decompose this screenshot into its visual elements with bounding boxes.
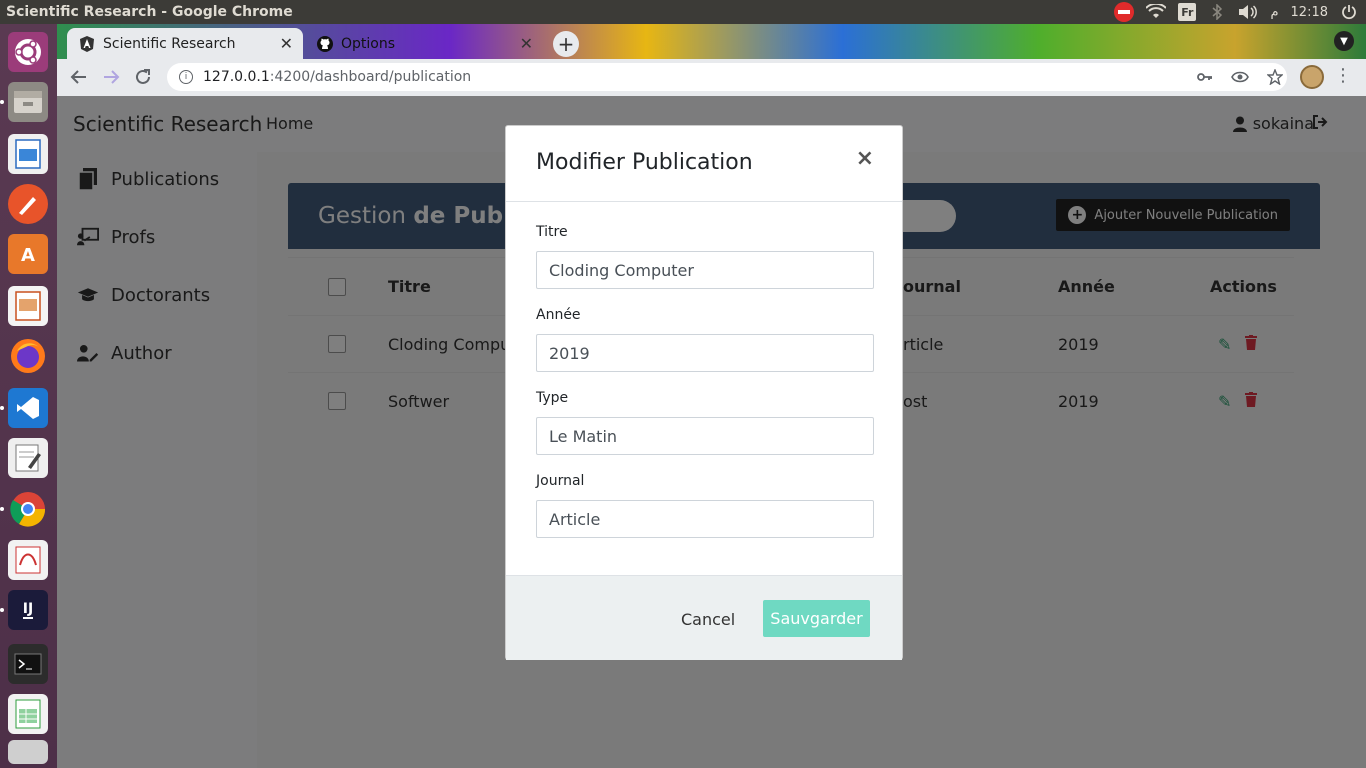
angular-icon	[79, 35, 95, 52]
terminal-icon[interactable]	[8, 644, 48, 684]
annee-input[interactable]: 2019	[536, 334, 874, 372]
window-title: Scientific Research - Google Chrome	[6, 4, 293, 20]
type-input[interactable]: Le Matin	[536, 417, 874, 455]
forward-icon[interactable]	[99, 65, 123, 89]
modal-footer: Cancel Sauvgarder	[506, 575, 902, 660]
modal-header: Modifier Publication ×	[506, 126, 902, 202]
chrome-menu-icon[interactable]: ⋮	[1334, 65, 1352, 86]
image-viewer-icon[interactable]	[8, 134, 48, 174]
impress-icon[interactable]	[8, 286, 48, 326]
modal-title: Modifier Publication	[536, 150, 753, 175]
chrome-icon[interactable]	[8, 489, 48, 529]
tab-strip: Scientific Research ✕ Options ✕ + ▼	[57, 24, 1366, 59]
address-bar[interactable]: i 127.0.0.1:4200/dashboard/publication	[167, 63, 1287, 91]
tab-close-icon[interactable]: ✕	[280, 34, 293, 53]
bluetooth-icon[interactable]	[1208, 3, 1226, 21]
inkscape-icon[interactable]	[8, 184, 48, 224]
network-disabled-icon[interactable]	[1114, 2, 1135, 22]
disks-icon[interactable]	[8, 740, 48, 764]
reload-icon[interactable]	[131, 65, 155, 89]
url-path: :4200/dashboard/publication	[269, 69, 472, 85]
unity-launcher: A IJ	[0, 24, 57, 768]
url-host: 127.0.0.1	[203, 69, 270, 85]
ubuntu-icon[interactable]	[8, 32, 48, 72]
site-info-icon[interactable]: i	[179, 70, 193, 84]
evince-icon[interactable]	[8, 540, 48, 580]
vscode-icon[interactable]	[8, 388, 48, 428]
browser-window: Scientific Research ✕ Options ✕ + ▼ i 12…	[57, 24, 1366, 96]
tab-close-icon[interactable]: ✕	[520, 34, 533, 53]
keyboard-layout-indicator[interactable]: Fr	[1178, 3, 1197, 21]
journal-label: Journal	[536, 473, 585, 489]
tab-search-icon[interactable]: ▼	[1334, 31, 1354, 51]
journal-input[interactable]: Article	[536, 500, 874, 538]
wifi-icon[interactable]	[1146, 3, 1167, 21]
svg-text:A: A	[21, 245, 35, 266]
tab-options[interactable]: Options ✕	[305, 28, 543, 59]
eye-icon[interactable]	[1231, 69, 1249, 89]
power-icon[interactable]	[1340, 3, 1358, 21]
intellij-icon[interactable]: IJ	[8, 590, 48, 630]
close-icon[interactable]: ×	[856, 146, 874, 171]
github-icon	[317, 35, 333, 52]
volume-icon[interactable]	[1238, 3, 1258, 21]
firefox-icon[interactable]	[8, 336, 48, 376]
annee-label: Année	[536, 307, 581, 323]
tab-scientific-research[interactable]: Scientific Research ✕	[67, 28, 303, 59]
browser-toolbar: i 127.0.0.1:4200/dashboard/publication ⋮	[57, 59, 1366, 96]
os-top-bar: Scientific Research - Google Chrome Fr م…	[0, 0, 1366, 24]
bookmark-star-icon[interactable]	[1266, 68, 1284, 89]
edit-publication-modal: Modifier Publication × Titre Cloding Com…	[505, 125, 903, 660]
type-label: Type	[536, 390, 569, 406]
system-tray: Fr م 12:18	[1114, 0, 1358, 24]
back-icon[interactable]	[67, 65, 91, 89]
text-editor-icon[interactable]	[8, 438, 48, 478]
clock[interactable]: 12:18	[1291, 5, 1328, 20]
tab-label: Options	[341, 35, 396, 52]
titre-label: Titre	[536, 224, 568, 240]
cancel-button[interactable]: Cancel	[681, 610, 735, 629]
intellij-label: IJ	[22, 601, 34, 619]
new-tab-button[interactable]: +	[553, 31, 579, 57]
calc-icon[interactable]	[8, 694, 48, 734]
tab-label: Scientific Research	[103, 35, 236, 52]
files-icon[interactable]	[8, 82, 48, 122]
key-icon[interactable]	[1197, 69, 1213, 89]
clock-suffix: م	[1270, 4, 1279, 20]
titre-input[interactable]: Cloding Computer	[536, 251, 874, 289]
save-button[interactable]: Sauvgarder	[763, 600, 870, 637]
profile-avatar[interactable]	[1300, 65, 1324, 89]
software-center-icon[interactable]: A	[8, 234, 48, 274]
